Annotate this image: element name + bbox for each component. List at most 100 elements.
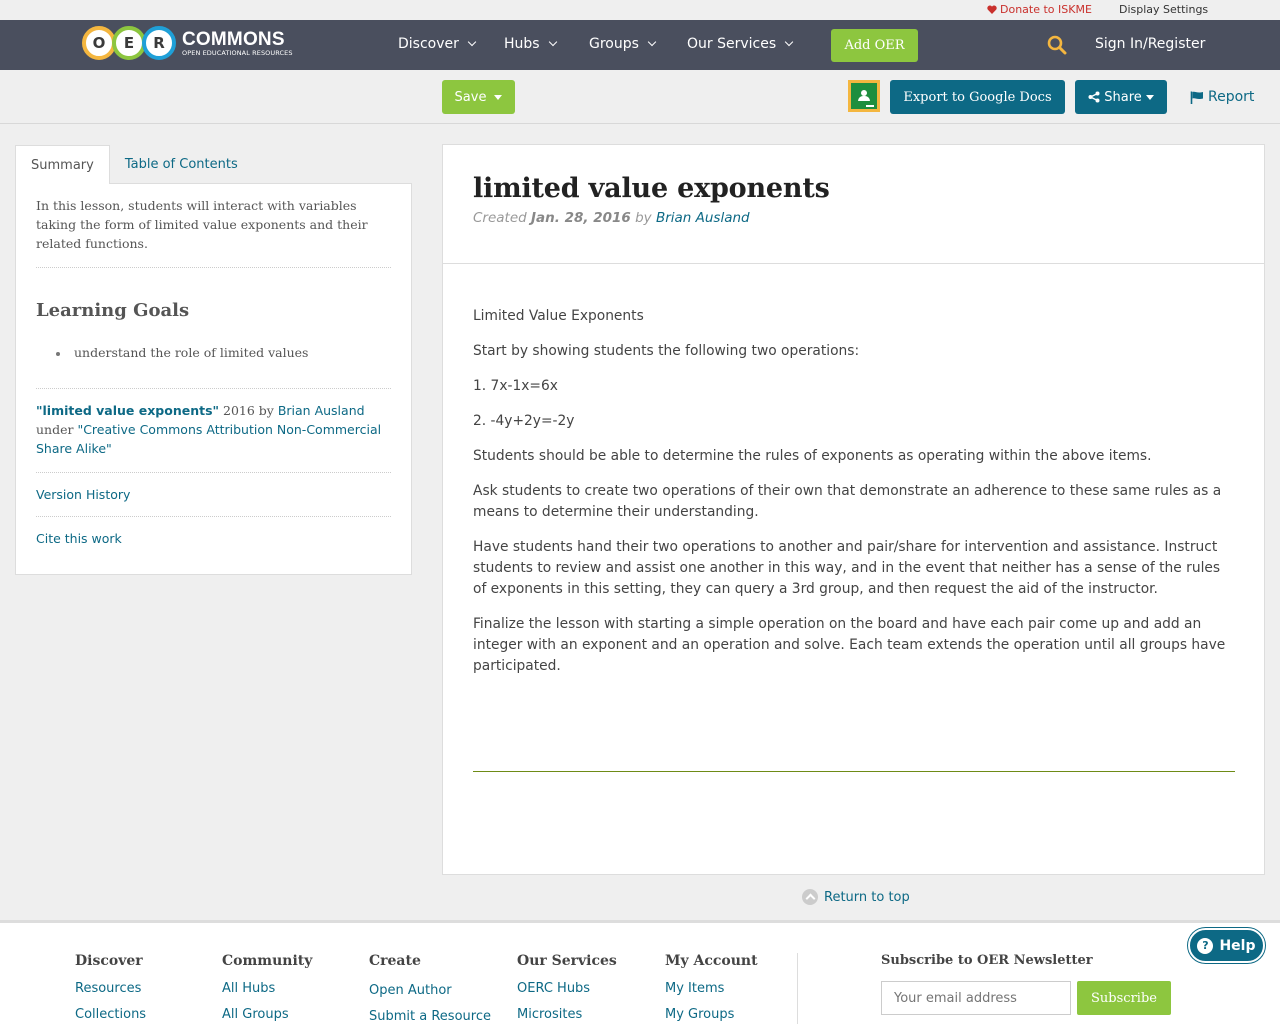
resource-sidebar: Summary Table of Contents In this lesson… xyxy=(15,145,412,575)
return-to-top-link[interactable]: Return to top xyxy=(802,889,910,905)
attribution-under: under xyxy=(36,422,78,437)
heart-icon xyxy=(987,5,997,14)
share-icon xyxy=(1088,91,1100,103)
attribution-year: 2016 by xyxy=(219,403,278,418)
created-label: Created xyxy=(473,210,532,226)
footer-link[interactable]: My Groups xyxy=(665,1007,758,1022)
display-settings-link[interactable]: Display Settings xyxy=(1119,3,1208,16)
caret-down-icon xyxy=(494,94,503,100)
footer-heading: My Account xyxy=(665,953,758,969)
version-history-link[interactable]: Version History xyxy=(36,473,391,517)
flag-icon xyxy=(1190,91,1203,104)
tab-table-of-contents[interactable]: Table of Contents xyxy=(110,145,253,184)
logo-brand: COMMONS xyxy=(182,28,285,50)
footer-heading: Discover xyxy=(75,953,143,969)
body-paragraph: Limited Value Exponents xyxy=(473,308,644,324)
add-oer-button[interactable]: Add OER xyxy=(831,29,918,62)
resource-content: limited value exponents Created Jan. 28,… xyxy=(442,144,1265,875)
nav-our-services-label: Our Services xyxy=(687,36,777,52)
resource-meta: Created Jan. 28, 2016 by Brian Ausland xyxy=(473,210,1234,226)
report-link[interactable]: Report xyxy=(1190,89,1254,105)
learning-goals-list: understand the role of limited values xyxy=(36,345,391,389)
help-label: Help xyxy=(1219,937,1256,954)
footer-heading: Community xyxy=(222,953,313,969)
footer-link[interactable]: Resources xyxy=(75,981,146,996)
body-paragraph: Have students hand their two operations … xyxy=(473,539,1221,597)
logo-text: COMMONS OPEN EDUCATIONAL RESOURCES xyxy=(182,30,293,57)
classroom-desk xyxy=(866,105,874,107)
main-navbar: O E R COMMONS OPEN EDUCATIONAL RESOURCES… xyxy=(0,20,1280,70)
nav-hubs-label: Hubs xyxy=(504,36,540,52)
nav-groups-label: Groups xyxy=(589,36,639,52)
newsletter-email-input[interactable] xyxy=(881,981,1071,1015)
newsletter-title: Subscribe to OER Newsletter xyxy=(881,953,1093,968)
attribution-title-link[interactable]: "limited value exponents" xyxy=(36,403,219,418)
logo-letter-r: R xyxy=(142,26,176,60)
utility-bar: Donate to ISKME Display Settings xyxy=(0,0,1280,20)
export-google-docs-button[interactable]: Export to Google Docs xyxy=(890,80,1065,114)
footer-heading: Our Services xyxy=(517,953,617,969)
classroom-board xyxy=(851,83,877,109)
share-label: Share xyxy=(1104,89,1142,105)
nav-hubs[interactable]: Hubs xyxy=(504,36,557,52)
footer-link[interactable]: OERC Hubs xyxy=(517,981,617,996)
learning-goals-title: Learning Goals xyxy=(36,300,190,321)
logo-letter-e: E xyxy=(112,26,146,60)
share-button[interactable]: Share xyxy=(1075,80,1167,114)
footer-link[interactable]: All Hubs xyxy=(222,981,312,996)
footer-link[interactable]: Open Author xyxy=(369,983,491,998)
report-label: Report xyxy=(1208,89,1255,105)
resource-action-bar: Save Export to Google Docs Share Report xyxy=(0,70,1280,124)
resource-header: limited value exponents Created Jan. 28,… xyxy=(443,145,1264,264)
footer-link[interactable]: Submit a Resource xyxy=(369,1009,491,1024)
save-button[interactable]: Save xyxy=(442,80,515,114)
sidebar-tabs: Summary Table of Contents xyxy=(15,145,412,184)
cite-this-work-link[interactable]: Cite this work xyxy=(36,517,391,560)
arrow-up-icon xyxy=(802,889,818,905)
footer-col-community: Community All Hubs All Groups xyxy=(222,953,312,1024)
summary-panel: In this lesson, students will interact w… xyxy=(15,183,412,575)
attribution-author-link[interactable]: Brian Ausland xyxy=(278,403,365,418)
oer-commons-logo[interactable]: O E R COMMONS OPEN EDUCATIONAL RESOURCES xyxy=(82,25,293,61)
footer-heading: Create xyxy=(369,953,421,969)
footer-link[interactable]: My Items xyxy=(665,981,758,996)
body-paragraph: 1. 7x-1x=6x xyxy=(473,378,558,394)
subscribe-button[interactable]: Subscribe xyxy=(1077,981,1171,1015)
page-title: limited value exponents xyxy=(473,173,830,204)
footer-link[interactable]: All Groups xyxy=(222,1007,312,1022)
footer-link[interactable]: Collections xyxy=(75,1007,146,1022)
footer-link[interactable]: Microsites xyxy=(517,1007,617,1022)
google-classroom-icon[interactable] xyxy=(848,80,880,112)
chevron-down-icon xyxy=(467,37,477,47)
nav-discover[interactable]: Discover xyxy=(398,36,477,52)
nav-groups[interactable]: Groups xyxy=(589,36,657,52)
tab-summary[interactable]: Summary xyxy=(15,145,110,184)
body-paragraph: Start by showing students the following … xyxy=(473,343,860,359)
save-label: Save xyxy=(454,89,487,105)
attribution: "limited value exponents" 2016 by Brian … xyxy=(36,389,391,473)
help-button[interactable]: ? Help xyxy=(1188,928,1265,963)
footer-col-create: Create Open Author Submit a Resource xyxy=(369,953,491,1024)
body-paragraph: Students should be able to determine the… xyxy=(473,448,1152,464)
body-paragraph: 2. -4y+2y=-2y xyxy=(473,413,575,429)
resource-body: Limited Value Exponents Start by showing… xyxy=(443,264,1264,677)
nav-our-services[interactable]: Our Services xyxy=(687,36,794,52)
classroom-body xyxy=(858,96,870,101)
site-footer: Discover Resources Collections Community… xyxy=(0,920,1280,1024)
license-link[interactable]: "Creative Commons Attribution Non-Commer… xyxy=(36,422,381,456)
footer-col-discover: Discover Resources Collections xyxy=(75,953,146,1024)
donate-link[interactable]: Donate to ISKME xyxy=(987,3,1092,16)
sign-in-register-link[interactable]: Sign In/Register xyxy=(1095,36,1205,52)
body-paragraph: Finalize the lesson with starting a simp… xyxy=(473,616,1226,674)
footer-divider xyxy=(797,953,798,1024)
logo-tagline: OPEN EDUCATIONAL RESOURCES xyxy=(182,48,293,57)
caret-down-icon xyxy=(1145,94,1154,100)
nav-discover-label: Discover xyxy=(398,36,459,52)
return-to-top-label: Return to top xyxy=(824,889,910,905)
search-icon[interactable] xyxy=(1047,35,1067,55)
by-label: by xyxy=(630,210,656,226)
author-link[interactable]: Brian Ausland xyxy=(656,210,750,226)
learning-goal-item: understand the role of limited values xyxy=(36,345,391,389)
donate-label: Donate to ISKME xyxy=(1000,3,1092,16)
chevron-down-icon xyxy=(548,37,557,47)
